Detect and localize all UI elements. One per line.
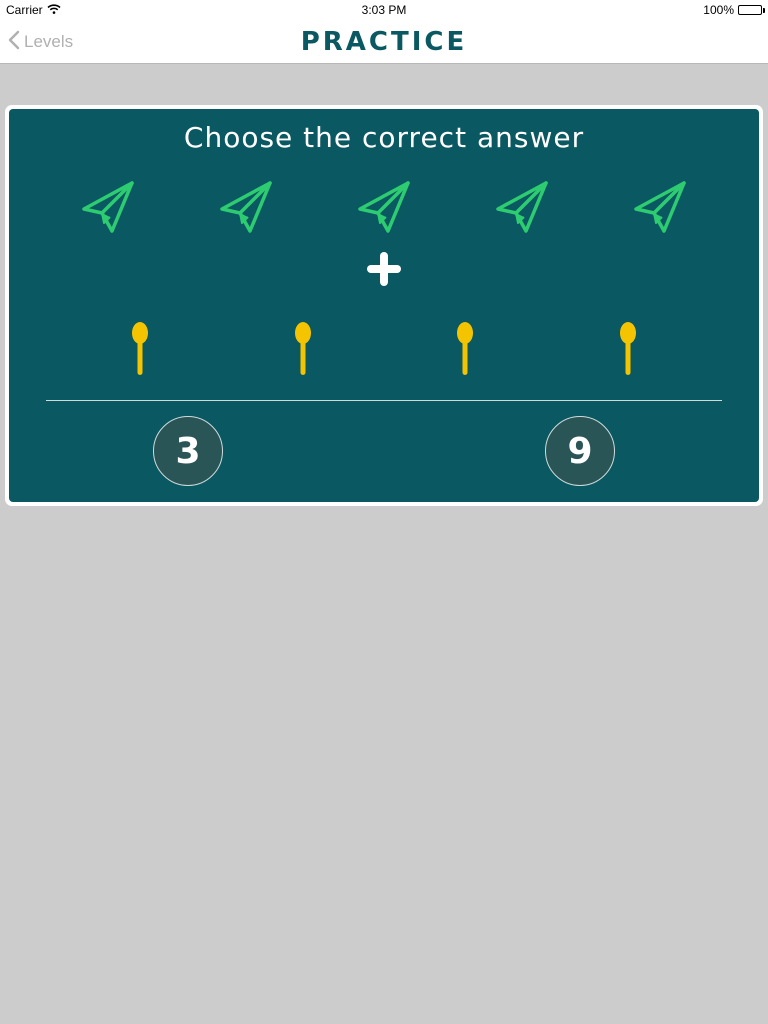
spoon-icon bbox=[130, 321, 150, 382]
answer-options: 3 9 bbox=[9, 416, 759, 486]
group2-row bbox=[9, 321, 759, 382]
paper-plane-icon bbox=[80, 179, 136, 240]
battery-icon bbox=[738, 5, 765, 15]
spoon-icon bbox=[293, 321, 313, 382]
quiz-card: Choose the correct answer 3 9 bbox=[5, 105, 763, 506]
quiz-board: Choose the correct answer 3 9 bbox=[9, 109, 759, 502]
answer-button-2[interactable]: 9 bbox=[545, 416, 615, 486]
question-text: Choose the correct answer bbox=[183, 121, 585, 154]
navigation-bar: Levels PRACTICE bbox=[0, 20, 768, 64]
divider-line bbox=[46, 400, 722, 401]
paper-plane-icon bbox=[356, 179, 412, 240]
spoon-icon bbox=[455, 321, 475, 382]
page-title: PRACTICE bbox=[300, 27, 468, 57]
clock: 3:03 PM bbox=[361, 3, 407, 17]
paper-plane-icon bbox=[218, 179, 274, 240]
paper-plane-icon bbox=[632, 179, 688, 240]
battery-status: 100% bbox=[703, 3, 765, 17]
group1-row bbox=[9, 179, 759, 240]
status-bar: Carrier 3:03 PM 100% bbox=[0, 0, 768, 20]
answer-button-1[interactable]: 3 bbox=[153, 416, 223, 486]
battery-percent: 100% bbox=[703, 3, 734, 17]
spoon-icon bbox=[618, 321, 638, 382]
paper-plane-icon bbox=[494, 179, 550, 240]
plus-sign bbox=[9, 249, 759, 289]
